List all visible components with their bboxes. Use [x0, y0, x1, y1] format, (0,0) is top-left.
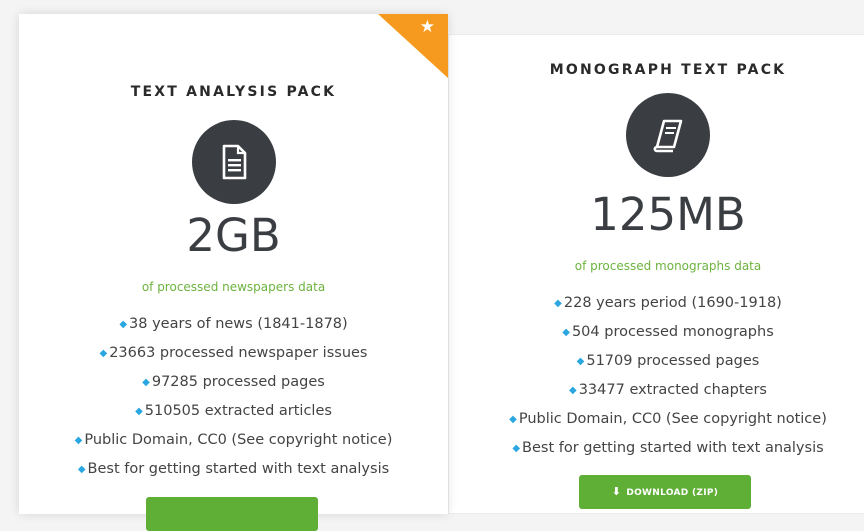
bullet-icon: ◆ [119, 319, 128, 330]
bullet-icon: ◆ [562, 327, 570, 338]
bullet-icon: ◆ [512, 443, 521, 454]
download-zip-button[interactable]: ⬇ DOWNLOAD (ZIP) [579, 475, 751, 509]
pricing-card-monograph: MONOGRAPH TEXT PACK 125MB of processed m… [448, 34, 864, 514]
pack-subtitle: of processed newspapers data [141, 280, 326, 294]
bullet-icon: ◆ [99, 348, 108, 359]
feature-item: ◆ 228 years period (1690-1918) [554, 295, 782, 311]
feature-item: ◆ 23663 processed newspaper issues [99, 345, 368, 361]
pack-size: 125MB [590, 188, 746, 241]
feature-list: ◆ 228 years period (1690-1918) ◆ 504 proce… [449, 289, 864, 463]
feature-list: ◆ 38 years of news (1841-1878) ◆ 23663 pro… [19, 310, 448, 484]
feature-item: ◆ 504 processed monographs [562, 324, 774, 340]
bullet-icon: ◆ [569, 385, 577, 396]
star-icon: ★ [419, 17, 435, 37]
document-icon [191, 120, 276, 204]
bullet-icon: ◆ [576, 356, 585, 367]
card-title: TEXT ANALYSIS PACK [130, 84, 337, 100]
book-icon [626, 93, 710, 177]
feature-item: ◆ Best for getting started with text anal… [77, 461, 390, 477]
bullet-icon: ◆ [509, 414, 517, 425]
card-title: MONOGRAPH TEXT PACK [549, 62, 787, 78]
pack-size: 2GB [186, 209, 281, 262]
feature-item: ◆ 51709 processed pages [576, 353, 760, 369]
bullet-icon: ◆ [135, 406, 143, 417]
download-icon: ⬇ [611, 485, 622, 498]
featured-ribbon [378, 14, 448, 78]
bullet-icon: ◆ [142, 377, 150, 388]
download-button[interactable] [146, 497, 318, 531]
pack-subtitle: of processed monographs data [574, 259, 762, 273]
feature-item: ◆ Best for getting started with text anal… [512, 440, 824, 456]
feature-item: ◆ 33477 extracted chapters [569, 382, 767, 398]
bullet-icon: ◆ [554, 298, 562, 309]
feature-item: ◆ Public Domain, CC0 (See copyright notic… [74, 432, 393, 448]
pricing-card-text-analysis: ★ TEXT ANALYSIS PACK 2GB of processed ne… [19, 14, 448, 531]
bullet-icon: ◆ [74, 435, 83, 446]
bullet-icon: ◆ [77, 464, 86, 475]
feature-item: ◆ 38 years of news (1841-1878) [119, 316, 348, 332]
feature-item: ◆ Public Domain, CC0 (See copyright notic… [509, 411, 827, 427]
feature-item: ◆ 97285 processed pages [142, 374, 325, 390]
feature-item: ◆ 510505 extracted articles [135, 403, 332, 419]
